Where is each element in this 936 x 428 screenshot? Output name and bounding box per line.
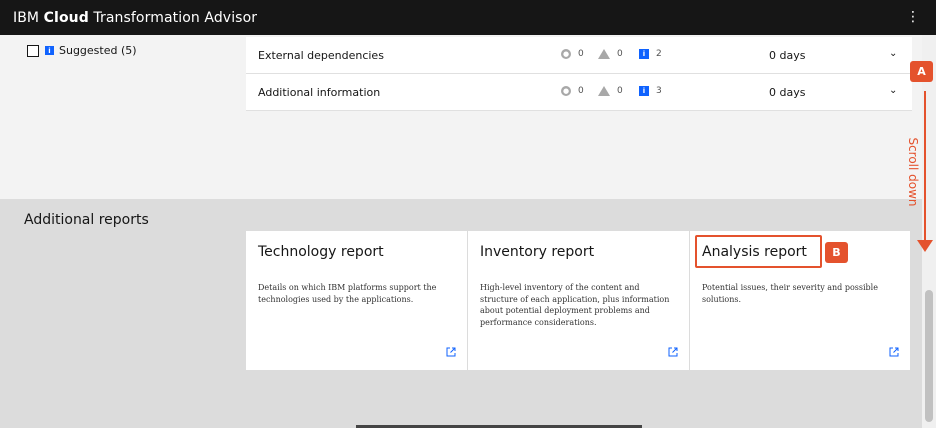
card-description: Details on which IBM platforms support t… — [258, 283, 437, 304]
launch-icon[interactable] — [668, 347, 678, 357]
brand-bold: Cloud — [43, 9, 89, 26]
chevron-down-icon[interactable]: ⌄ — [889, 85, 897, 96]
section-title: Additional reports — [24, 212, 149, 228]
scroll-arrow-line — [924, 91, 926, 241]
scrollbar-thumb[interactable] — [925, 290, 933, 422]
analysis-report-highlight — [695, 235, 822, 268]
row-label: External dependencies — [258, 49, 384, 62]
warning-count: 0 — [617, 86, 623, 96]
critical-metric: ● 0 — [561, 86, 584, 96]
info-count: 2 — [656, 49, 662, 59]
brand-suffix: Transformation Advisor — [88, 9, 258, 26]
critical-count: 0 — [578, 86, 584, 96]
effort-days: 0 days — [769, 49, 806, 62]
row-label: Additional information — [258, 86, 381, 99]
annotation-badge-b: B — [825, 242, 848, 263]
suggested-checkbox[interactable] — [27, 44, 39, 57]
warning-count: 0 — [617, 49, 623, 59]
critical-icon: ● — [561, 49, 571, 59]
annotation-badge-a: A — [910, 61, 933, 82]
app-header: IBM Cloud Transformation Advisor ⋮ — [0, 0, 936, 35]
issue-row-external-dependencies[interactable]: External dependencies ● 0 0 i 2 0 days ⌄ — [246, 37, 912, 74]
info-icon: i — [639, 86, 649, 96]
effort-days: 0 days — [769, 86, 806, 99]
critical-icon: ● — [561, 86, 571, 96]
info-metric: i 2 — [639, 49, 662, 59]
critical-metric: ● 0 — [561, 49, 584, 59]
warning-icon — [598, 86, 610, 96]
scroll-hint: Scroll down — [906, 137, 920, 207]
warning-metric: 0 — [598, 86, 623, 96]
info-count: 3 — [656, 86, 662, 96]
warning-icon — [598, 49, 610, 59]
app-title[interactable]: IBM Cloud Transformation Advisor — [13, 10, 257, 26]
critical-count: 0 — [578, 49, 584, 59]
brand-prefix: IBM — [13, 9, 44, 26]
launch-icon[interactable] — [889, 347, 899, 357]
warning-metric: 0 — [598, 49, 623, 59]
card-title: Technology report — [258, 244, 384, 260]
card-description: High-level inventory of the content and … — [480, 283, 670, 327]
chevron-down-icon[interactable]: ⌄ — [889, 48, 897, 59]
technology-report-card[interactable]: Technology report Details on which IBM p… — [246, 231, 467, 370]
inventory-report-card[interactable]: Inventory report High-level inventory of… — [468, 231, 689, 370]
suggested-label: Suggested (5) — [59, 44, 137, 57]
scroll-arrow-head — [917, 240, 933, 252]
information-icon: i — [45, 46, 54, 55]
info-icon: i — [639, 49, 649, 59]
launch-icon[interactable] — [446, 347, 456, 357]
issue-row-additional-information[interactable]: Additional information ● 0 0 i 3 0 days … — [246, 74, 912, 111]
card-title: Inventory report — [480, 244, 595, 260]
suggested-filter[interactable]: i Suggested (5) — [27, 44, 137, 57]
overflow-menu-icon[interactable]: ⋮ — [906, 10, 920, 24]
card-description: Potential issues, their severity and pos… — [702, 283, 878, 304]
info-metric: i 3 — [639, 86, 662, 96]
